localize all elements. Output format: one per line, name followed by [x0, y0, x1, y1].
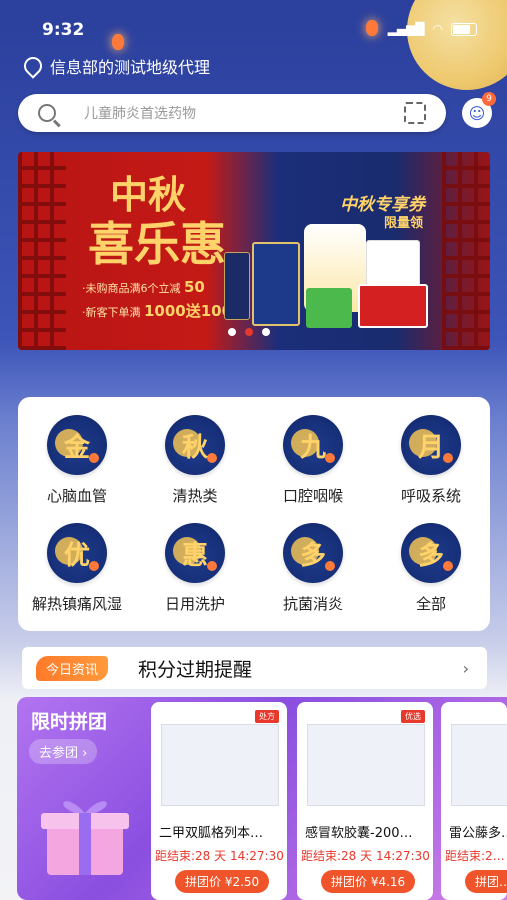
category-icon: 惠 — [165, 523, 225, 583]
category-item[interactable]: 九 口腔咽喉 — [254, 415, 372, 506]
banner-coupon-subtitle: 限量领 — [384, 216, 424, 231]
group-product-card[interactable]: 处方 二甲双胍格列本… 距结束:28 天 14:27:30 拼团价 ¥2.50 — [151, 702, 287, 900]
banner-promo-1: ·未购商品满6个立减 50 — [82, 278, 205, 296]
category-icon: 多 — [401, 523, 461, 583]
news-bar[interactable]: 今日资讯 积分过期提醒 › — [22, 647, 487, 689]
category-label: 抗菌消炎 — [282, 595, 343, 613]
gift-icon — [41, 801, 129, 875]
lantern-decoration — [366, 20, 378, 36]
signal-icon: ▂▄▆█ — [387, 22, 425, 36]
product-box-image — [306, 288, 352, 328]
chevron-right-icon: › — [462, 658, 469, 678]
search-bar[interactable]: 儿童肺炎首选药物 — [18, 94, 446, 132]
product-countdown: 距结束:28 天 14:27:30 — [155, 849, 284, 863]
category-item[interactable]: 多 全部 — [372, 523, 490, 614]
product-name: 感冒软胶囊-200… — [305, 826, 413, 841]
group-buy-title: 限时拼团 — [31, 711, 108, 733]
status-time: 9:32 — [42, 20, 85, 40]
product-price-button[interactable]: 拼团价 ¥4.16 — [321, 870, 416, 893]
lattice-decoration — [18, 152, 66, 350]
product-box-image — [358, 284, 428, 328]
category-item[interactable]: 秋 清热类 — [136, 415, 254, 506]
search-input[interactable]: 儿童肺炎首选药物 — [84, 103, 404, 123]
location-selector[interactable]: 信息部的测试地级代理 — [20, 53, 211, 79]
message-badge: 9 — [482, 92, 496, 106]
category-icon: 九 — [283, 415, 343, 475]
product-box-image — [366, 240, 420, 288]
product-countdown: 距结束:2… — [445, 849, 505, 863]
carousel-dot-active[interactable] — [245, 328, 253, 336]
category-label: 全部 — [415, 595, 446, 613]
category-label: 清热类 — [172, 487, 218, 505]
category-item[interactable]: 多 抗菌消炎 — [254, 523, 372, 614]
product-name: 雷公藤多… — [449, 826, 507, 841]
location-pin-icon — [20, 53, 46, 79]
news-tag: 今日资讯 — [36, 655, 109, 681]
product-image — [161, 724, 279, 806]
category-icon: 秋 — [165, 415, 225, 475]
group-buy-section: 限时拼团 去参团 › 处方 二甲双胍格列本… 距结束:28 天 14:27:30… — [17, 697, 507, 900]
category-item[interactable]: 优 解热镇痛风湿 — [18, 523, 136, 614]
product-tag: 优选 — [401, 710, 425, 723]
category-label: 解热镇痛风湿 — [31, 595, 122, 613]
product-image — [307, 724, 425, 806]
moon-decoration — [407, 0, 507, 90]
lantern-decoration — [112, 34, 124, 50]
product-tag: 处方 — [255, 710, 279, 723]
scan-icon[interactable] — [404, 102, 426, 124]
group-product-card[interactable]: 雷公藤多… 距结束:2… 拼团… — [441, 702, 507, 900]
chat-icon: ☺ — [468, 103, 486, 123]
search-icon — [38, 104, 56, 122]
category-grid: 金 心脑血管 秋 清热类 九 口腔咽喉 月 呼吸系统 优 解热镇痛风湿 惠 日用… — [18, 397, 490, 631]
product-countdown: 距结束:28 天 14:27:30 — [301, 849, 430, 863]
category-item[interactable]: 惠 日用洗护 — [136, 523, 254, 614]
category-item[interactable]: 金 心脑血管 — [18, 415, 136, 506]
news-headline[interactable]: 积分过期提醒 — [138, 655, 463, 682]
group-product-card[interactable]: 优选 感冒软胶囊-200… 距结束:28 天 14:27:30 拼团价 ¥4.1… — [297, 702, 433, 900]
category-icon: 金 — [47, 415, 107, 475]
category-label: 日用洗护 — [164, 595, 225, 613]
product-bottle-image — [224, 252, 250, 320]
category-label: 心脑血管 — [46, 487, 107, 505]
product-price-button[interactable]: 拼团… — [465, 870, 507, 893]
category-icon: 多 — [283, 523, 343, 583]
join-group-button[interactable]: 去参团 › — [29, 739, 98, 764]
category-label: 口腔咽喉 — [282, 487, 343, 505]
carousel-dot[interactable] — [262, 328, 270, 336]
banner-title-2: 喜乐惠 — [88, 217, 226, 271]
category-label: 呼吸系统 — [400, 487, 461, 505]
product-box-image — [252, 242, 300, 326]
lattice-decoration — [442, 152, 490, 350]
product-price-button[interactable]: 拼团价 ¥2.50 — [175, 870, 270, 893]
category-item[interactable]: 月 呼吸系统 — [372, 415, 490, 506]
carousel-dot[interactable] — [228, 328, 236, 336]
category-icon: 月 — [401, 415, 461, 475]
message-button[interactable]: ☺ 9 — [462, 92, 496, 128]
promo-banner[interactable]: 中秋 喜乐惠 ·未购商品满6个立减 50 ·新客下单满 1000送1000 中秋… — [18, 152, 490, 350]
banner-promo-2: ·新客下单满 1000送1000 — [82, 302, 243, 320]
wifi-icon: ◠ — [432, 22, 443, 36]
product-name: 二甲双胍格列本… — [159, 826, 264, 841]
location-label: 信息部的测试地级代理 — [50, 58, 211, 77]
carousel-dots[interactable] — [228, 328, 270, 336]
battery-icon — [451, 22, 477, 36]
product-image — [451, 724, 507, 806]
category-icon: 优 — [47, 523, 107, 583]
status-icons: ▂▄▆█ ◠ — [388, 22, 477, 36]
